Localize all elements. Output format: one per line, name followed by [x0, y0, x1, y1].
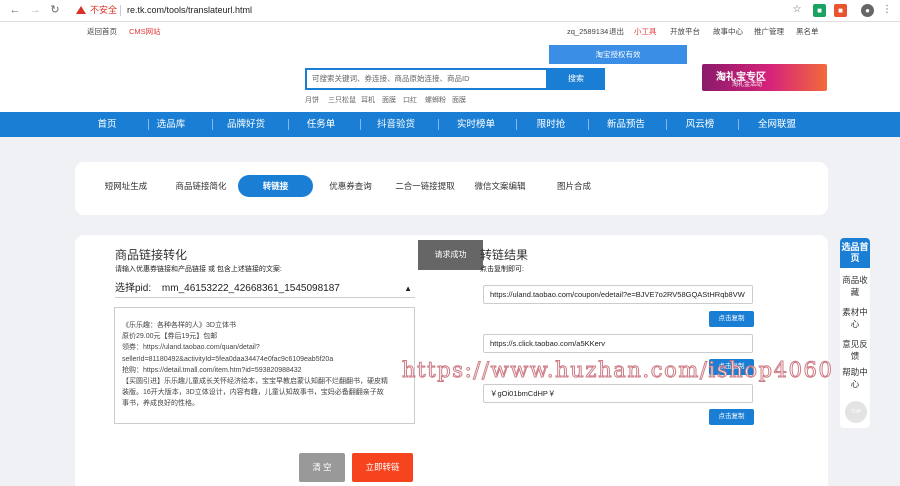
success-toast: 请求成功 — [418, 240, 483, 270]
top-links-bar: 返回首页 CMS网站 zq_2589134 退出 小工具 开放平台 故事中心 推… — [0, 22, 900, 42]
tab-convert-link[interactable]: 转链接 — [238, 175, 313, 197]
warning-icon — [76, 6, 86, 14]
tab-short-url[interactable]: 短网址生成 — [100, 175, 152, 197]
source-text-area[interactable]: 《乐乐趣：各种各样的人》3D立体书 原价29.00元【券后19元】包邮 领券：h… — [114, 307, 415, 424]
tab-link-simplify[interactable]: 商品链接简化 — [170, 175, 232, 197]
extension-icon[interactable]: ■ — [813, 4, 826, 17]
menu-dots-icon[interactable]: ⋮ — [880, 3, 894, 17]
hot-keyword[interactable]: 面膜 — [382, 95, 396, 105]
copy-button[interactable]: 点击复制 — [709, 409, 754, 425]
extension-icon[interactable]: ■ — [834, 4, 847, 17]
main-nav: 首页 选品库 品牌好货 任务单 抖音验货 实时榜单 限时抢 新品预告 风云榜 全… — [0, 112, 900, 137]
pid-select[interactable]: 选择pid: mm_46153222_42668361_1545098187 ▲ — [115, 281, 415, 298]
nav-item[interactable]: 任务单 — [280, 112, 362, 137]
arrow-left-icon[interactable]: ← — [8, 3, 22, 17]
nav-item[interactable]: 全网联盟 — [736, 112, 818, 137]
nav-item[interactable]: 选品库 — [130, 112, 212, 137]
back-to-top-button[interactable]: TOP — [845, 401, 867, 423]
result-title: 转链结果 — [480, 248, 529, 262]
reload-icon[interactable]: ↻ — [48, 3, 62, 17]
tab-image-compose[interactable]: 图片合成 — [553, 175, 595, 197]
result-field[interactable]: ￥gOi01bmCdHP￥ — [483, 384, 753, 403]
nav-item[interactable]: 新品预告 — [585, 112, 667, 137]
link-home[interactable]: 返回首页 — [87, 27, 117, 37]
copy-button[interactable]: 点击复制 — [709, 311, 754, 327]
hot-keyword[interactable]: 面膜 — [452, 95, 466, 105]
convert-instruction: 请输入优惠券链接和产品链接 或 包含上述链接的文案: — [115, 266, 282, 273]
arrow-right-icon[interactable]: → — [28, 3, 42, 17]
text-line: sellerId=81180492&activityId=5fea0daa344… — [122, 355, 334, 363]
convert-button[interactable]: 立即转链 — [352, 453, 413, 482]
tab-wechat-editor[interactable]: 微信文案编辑 — [470, 175, 530, 197]
profile-icon[interactable]: ● — [861, 4, 874, 17]
tab-link-extract[interactable]: 二合一链接提取 — [391, 175, 459, 197]
text-line: 《乐乐趣：各种各样的人》3D立体书 — [122, 322, 236, 329]
watermark-text: https://www.huzhan.com/ishop4060 — [401, 358, 834, 383]
hot-keyword[interactable]: 口红 — [403, 95, 417, 105]
hot-keyword[interactable]: 耳机 — [361, 95, 375, 105]
search-button[interactable]: 搜索 — [547, 68, 605, 90]
browser-toolbar: ← → ↻ 不安全 re.tk.com/tools/translateurl.h… — [0, 0, 900, 22]
hot-keyword[interactable]: 月饼 — [305, 95, 319, 105]
link-logout[interactable]: 退出 — [609, 27, 624, 37]
username[interactable]: zq_2589134 — [567, 27, 608, 37]
text-line: 原价29.00元【券后19元】包邮 — [122, 333, 218, 341]
pid-value: mm_46153222_42668361_1545098187 — [161, 283, 340, 294]
sidebar-item-help[interactable]: 帮助中心 — [840, 367, 870, 390]
convert-title: 商品链接转化 — [115, 248, 188, 262]
tools-dropdown-item[interactable]: 淘宝授权有效 — [549, 45, 687, 64]
nav-item[interactable]: 限时抢 — [510, 112, 592, 137]
link-cms[interactable]: CMS网站 — [129, 27, 161, 37]
security-warning[interactable]: 不安全 — [76, 4, 117, 17]
text-line: 装版。16开大版本，3D立体设计，内容有趣，儿童认知故事书，宝妈必备翻翻亲子故 — [122, 389, 384, 397]
link-story-center[interactable]: 故事中心 — [713, 27, 743, 37]
banner-subtitle: 淘礼金活动 — [732, 82, 763, 88]
promo-banner[interactable]: 淘礼宝专区 淘礼金活动 — [702, 64, 827, 91]
result-field[interactable]: https://s.click.taobao.com/a5KKerv — [483, 334, 753, 353]
nav-item[interactable]: 风云榜 — [659, 112, 741, 137]
link-tools[interactable]: 小工具 — [634, 27, 657, 37]
link-blacklist[interactable]: 黑名单 — [796, 27, 819, 37]
hot-keyword[interactable]: 三只松鼠 — [328, 95, 356, 105]
nav-item[interactable]: 抖音验货 — [355, 112, 437, 137]
sidebar-item-materials[interactable]: 素材中心 — [840, 307, 870, 330]
clear-button[interactable]: 清 空 — [299, 453, 345, 482]
text-line: 领券：https://uland.taobao.com/quan/detail? — [122, 344, 260, 352]
pid-label: 选择pid: — [115, 283, 152, 294]
hot-keyword[interactable]: 螺蛳粉 — [425, 95, 446, 105]
text-line: 【买圆引进】乐乐趣儿童成长关怀经济绘本，宝宝早教启蒙认知翻不烂翻翻书，硬皮精 — [122, 378, 388, 386]
text-line: 抢购：https://detail.tmall.com/item.htm?id=… — [122, 366, 302, 374]
search-input[interactable]: 可搜索关键词、券连接、商品原始连接、商品ID — [305, 68, 548, 90]
result-instruction: 点击复制即可: — [480, 266, 524, 273]
link-open-platform[interactable]: 开放平台 — [670, 27, 700, 37]
select-arrows-icon: ▲ — [404, 284, 412, 293]
nav-item[interactable]: 实时榜单 — [435, 112, 517, 137]
sidebar-item-favorites[interactable]: 商品收藏 — [840, 275, 870, 298]
sidebar-home[interactable]: 选品首页 — [840, 238, 870, 268]
address-bar[interactable]: re.tk.com/tools/translateurl.html — [127, 4, 252, 17]
text-line: 事书，养成良好的性格。 — [122, 400, 199, 408]
nav-item[interactable]: 品牌好货 — [205, 112, 287, 137]
star-icon[interactable]: ☆ — [790, 3, 804, 17]
result-field[interactable]: https://uland.taobao.com/coupon/edetail?… — [483, 285, 753, 304]
sidebar-item-feedback[interactable]: 意见反馈 — [840, 339, 870, 362]
top-label: TOP — [850, 409, 862, 415]
link-promo-manage[interactable]: 推广管理 — [754, 27, 784, 37]
tab-coupon-query[interactable]: 优惠券查询 — [323, 175, 378, 197]
